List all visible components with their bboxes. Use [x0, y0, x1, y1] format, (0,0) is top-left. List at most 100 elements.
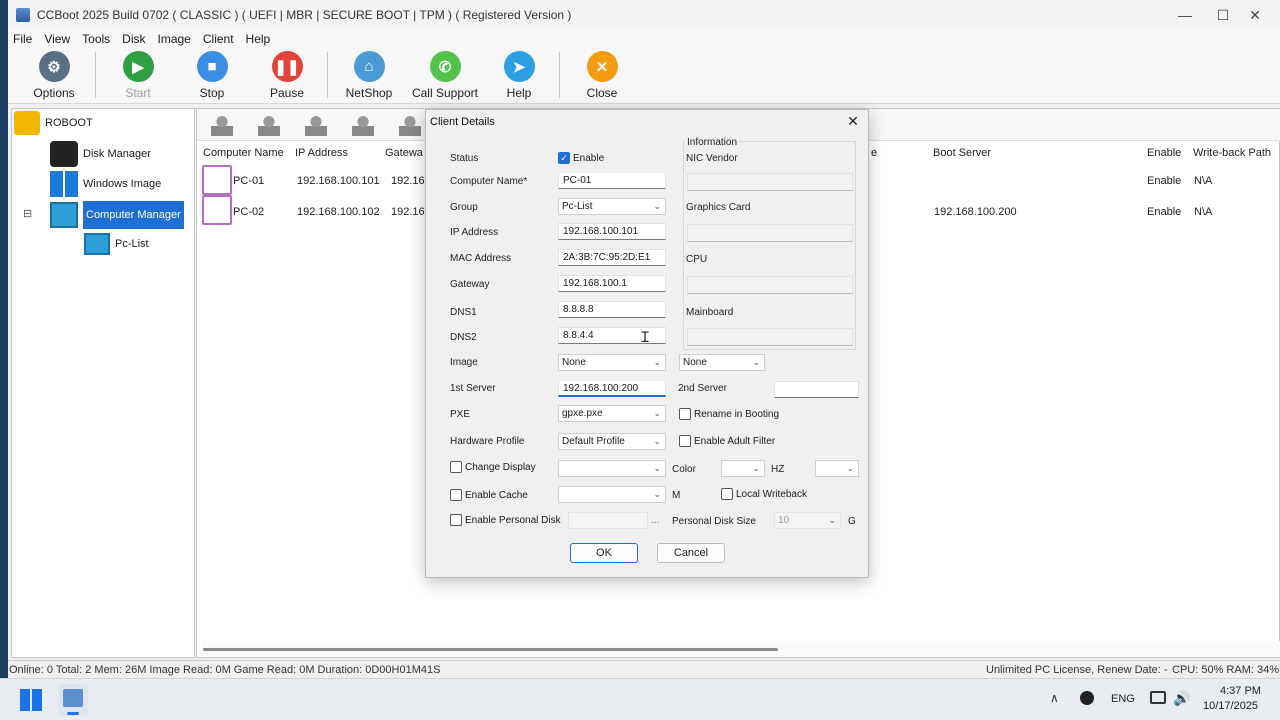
tree-root[interactable]: ROBOOT [14, 111, 93, 135]
ok-button[interactable]: OK [570, 543, 638, 563]
cpu-label: CPU [686, 254, 708, 265]
menu-tools[interactable]: Tools [82, 32, 110, 46]
pause-icon: ❚❚ [271, 51, 303, 82]
computer-name-label: Computer Name* [450, 176, 528, 187]
add-client-icon[interactable] [211, 114, 233, 136]
color-select[interactable]: ⌄ [721, 460, 765, 477]
image-select[interactable]: None ⌄ [558, 354, 666, 371]
tree-disk-manager[interactable]: Disk Manager [50, 141, 151, 167]
tree-pc-list[interactable]: Pc-List [84, 233, 149, 255]
options-button[interactable]: ⚙ Options [14, 51, 94, 100]
menu-help[interactable]: Help [246, 32, 271, 46]
chevron-down-icon: ⌄ [752, 463, 760, 473]
chevron-down-icon: ⌄ [653, 489, 661, 499]
col-enable[interactable]: Enable [1147, 147, 1181, 159]
menu-client[interactable]: Client [203, 32, 234, 46]
dialog-close-button[interactable]: ✕ [844, 112, 862, 130]
enable-cache-checkbox[interactable]: Enable Cache [450, 489, 528, 501]
client-settings-icon[interactable] [399, 114, 421, 136]
hz-select[interactable]: ⌄ [815, 460, 859, 477]
windows-taskbar: ∧ ENG 🔊 4:37 PM 10/17/2025 [0, 678, 1280, 720]
tree-windows-image[interactable]: Windows Image [50, 171, 161, 197]
pc-icon [202, 165, 232, 195]
language-indicator[interactable]: ENG [1111, 693, 1135, 705]
stop-button[interactable]: ■ Stop [172, 51, 252, 100]
pause-button[interactable]: ❚❚ Pause [247, 51, 327, 100]
dns1-label: DNS1 [450, 307, 477, 318]
ip-address-field[interactable]: 192.168.100.101 [558, 223, 666, 240]
monitor-icon [50, 202, 78, 228]
pxe-select[interactable]: gpxe.pxe ⌄ [558, 405, 666, 422]
toolbar-separator [559, 52, 560, 98]
col-partial[interactable]: e [871, 147, 877, 159]
call-support-button[interactable]: ✆ Call Support [405, 51, 485, 100]
menu-view[interactable]: View [44, 32, 70, 46]
col-boot-server[interactable]: Boot Server [933, 147, 991, 159]
col-gateway[interactable]: Gatewa [385, 147, 423, 159]
col-computer-name[interactable]: Computer Name [203, 147, 284, 159]
gateway-field[interactable]: 192.168.100.1 [558, 275, 666, 292]
first-server-label: 1st Server [450, 383, 496, 394]
scrollbar-thumb[interactable] [203, 648, 778, 651]
network-icon[interactable] [1150, 691, 1166, 704]
ccboot-app-icon [63, 689, 83, 707]
tree-computer-manager[interactable]: Computer Manager [50, 201, 184, 229]
image2-select[interactable]: None ⌄ [679, 354, 765, 371]
chevron-down-icon: ⌄ [828, 515, 836, 525]
enable-personal-disk-checkbox[interactable]: Enable Personal Disk [450, 514, 561, 526]
change-display-checkbox[interactable]: Change Display [450, 461, 536, 473]
horizontal-scrollbar[interactable] [203, 641, 1280, 657]
change-display-select[interactable]: ⌄ [558, 460, 666, 477]
local-writeback-checkbox[interactable]: Local Writeback [721, 488, 807, 500]
help-button[interactable]: ➤ Help [479, 51, 559, 100]
edit-client-icon[interactable] [305, 114, 327, 136]
close-window-button[interactable]: ✕ [1232, 0, 1278, 30]
clock-date[interactable]: 10/17/2025 [1203, 700, 1258, 712]
start-button[interactable]: ▶ Start [98, 51, 178, 100]
row1-name[interactable]: PC-01 [233, 175, 264, 187]
menu-image[interactable]: Image [158, 32, 191, 46]
volume-icon[interactable]: 🔊 [1173, 690, 1190, 707]
graphics-card-value [687, 224, 853, 242]
enable-adult-filter-checkbox[interactable]: Enable Adult Filter [679, 435, 775, 447]
app-icon [16, 8, 30, 22]
windows-start-icon[interactable] [20, 689, 42, 711]
delete-client-icon[interactable] [352, 114, 374, 136]
chevron-down-icon: ⌄ [653, 463, 661, 473]
checkbox-box [679, 435, 691, 447]
col-ip-address[interactable]: IP Address [295, 147, 348, 159]
cache-size-select[interactable]: ⌄ [558, 486, 666, 503]
row2-writeback: N\A [1194, 206, 1213, 218]
tray-app-icon[interactable] [1080, 691, 1094, 705]
menu-disk[interactable]: Disk [122, 32, 145, 46]
cache-unit-label: M [672, 490, 681, 501]
first-server-field[interactable]: 192.168.100.200 [558, 380, 666, 397]
computer-name-field[interactable]: PC-01 [558, 172, 666, 189]
browse-button[interactable]: ... [651, 515, 659, 526]
checkbox-box [450, 514, 462, 526]
collapse-toggle[interactable]: ⊟ [23, 207, 32, 220]
close-button[interactable]: ✕ Close [562, 51, 642, 100]
col-writeback-path[interactable]: Write-back Path [1193, 147, 1271, 159]
row2-name[interactable]: PC-02 [233, 206, 264, 218]
second-server-field[interactable] [774, 381, 859, 398]
status-label: Status [450, 153, 479, 164]
hardware-profile-select[interactable]: Default Profile ⌄ [558, 433, 666, 450]
show-hidden-icons[interactable]: ∧ [1050, 691, 1059, 705]
menu-file[interactable]: File [13, 32, 32, 46]
usage-text: CPU: 50% RAM: 34% [1172, 664, 1279, 676]
netshop-button[interactable]: ⌂ NetShop [329, 51, 409, 100]
checkbox-box [450, 489, 462, 501]
rename-in-booting-checkbox[interactable]: Rename in Booting [679, 408, 779, 420]
clock-time[interactable]: 4:37 PM [1220, 685, 1261, 697]
cancel-button[interactable]: Cancel [657, 543, 725, 563]
personal-disk-path-field[interactable] [568, 512, 648, 529]
mac-address-field[interactable]: 2A:3B:7C:95:2D:E1 [558, 249, 666, 266]
personal-disk-size-select[interactable]: 10 ⌄ [774, 512, 841, 529]
dns1-field[interactable]: 8.8.8.8 [558, 301, 666, 318]
group-select[interactable]: Pc-List ⌄ [558, 198, 666, 215]
enable-checkbox[interactable]: ✓ Enable [558, 152, 604, 164]
add-group-icon[interactable] [258, 114, 280, 136]
taskbar-app-button[interactable] [58, 684, 88, 716]
cpu-value [687, 276, 853, 294]
